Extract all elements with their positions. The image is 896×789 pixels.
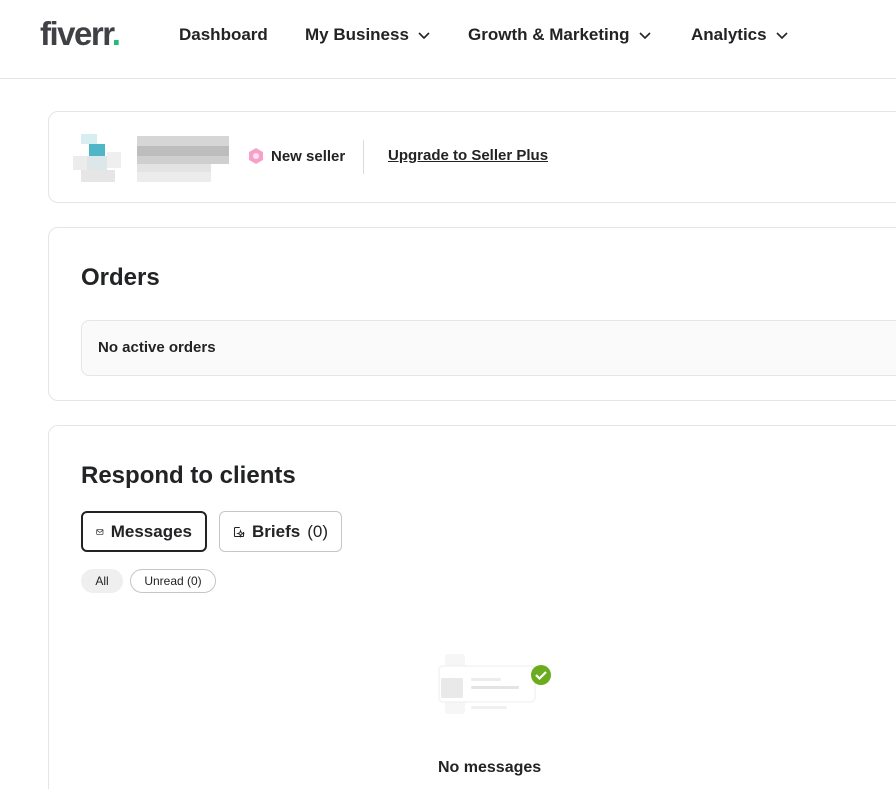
no-active-orders-text: No active orders	[98, 339, 216, 356]
nav-my-business-label: My Business	[305, 25, 409, 44]
nav-analytics[interactable]: Analytics	[691, 24, 789, 46]
tab-briefs[interactable]: Briefs (0)	[219, 511, 342, 552]
nav-analytics-label: Analytics	[691, 25, 767, 44]
nav-my-business[interactable]: My Business	[305, 24, 431, 46]
empty-inbox-illustration-icon	[438, 654, 551, 714]
logo-text: fiverr	[40, 15, 113, 52]
new-seller-badge: New seller	[247, 147, 345, 165]
divider	[363, 140, 364, 174]
envelope-icon	[96, 528, 104, 535]
nav-growth-marketing-label: Growth & Marketing	[468, 25, 630, 44]
chevron-down-icon	[638, 32, 651, 40]
orders-title: Orders	[81, 264, 160, 291]
seller-level-icon	[249, 148, 263, 164]
seller-profile-card: New seller Upgrade to Seller Plus	[48, 111, 896, 203]
chevron-down-icon	[776, 32, 788, 40]
upgrade-seller-plus-link[interactable]: Upgrade to Seller Plus	[388, 147, 548, 164]
tab-messages[interactable]: Messages	[81, 511, 207, 552]
orders-card: Orders No active orders	[48, 227, 896, 401]
logo-dot: .	[111, 15, 121, 52]
nav-dashboard-label: Dashboard	[179, 25, 268, 44]
top-header: fiverr. Dashboard My Business Growth & M…	[0, 0, 896, 79]
chevron-down-icon	[418, 32, 430, 40]
no-messages-text: No messages	[438, 759, 542, 776]
nav-growth-marketing[interactable]: Growth & Marketing	[468, 24, 652, 46]
tab-briefs-count: (0)	[307, 521, 328, 541]
nav-dashboard[interactable]: Dashboard	[179, 24, 268, 46]
avatar[interactable]	[73, 134, 121, 182]
respond-to-clients-title: Respond to clients	[81, 462, 296, 489]
respond-to-clients-card: Respond to clients Messages Briefs (0) A…	[48, 425, 896, 789]
empty-orders-box: No active orders	[81, 320, 896, 376]
new-seller-label: New seller	[271, 147, 346, 165]
brief-sparkle-icon	[233, 526, 245, 538]
tab-messages-label: Messages	[110, 521, 192, 541]
filter-unread[interactable]: Unread (0)	[130, 569, 216, 593]
fiverr-logo[interactable]: fiverr.	[40, 14, 121, 54]
filter-all[interactable]: All	[81, 569, 123, 593]
tab-briefs-label: Briefs	[252, 521, 301, 541]
